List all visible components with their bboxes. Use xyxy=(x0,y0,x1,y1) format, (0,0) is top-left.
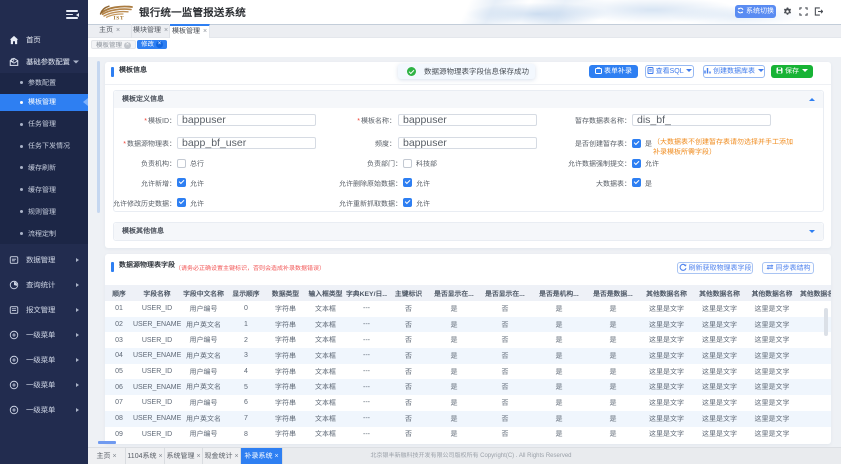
svg-text:IST: IST xyxy=(114,16,125,21)
